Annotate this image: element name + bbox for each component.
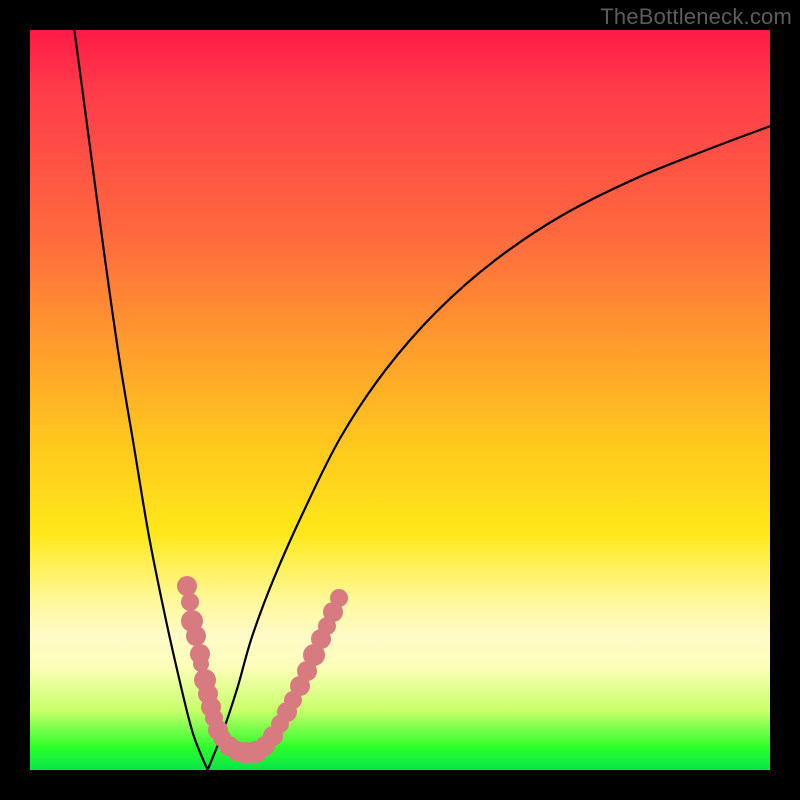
curve-bead (181, 593, 199, 611)
watermark-text: TheBottleneck.com (600, 4, 792, 30)
outer-frame: TheBottleneck.com (0, 0, 800, 800)
curve-bead (186, 626, 206, 646)
curve-bead (330, 589, 348, 607)
curve-layer (30, 30, 770, 770)
curve-right-branch (208, 126, 770, 770)
curve-bead (177, 576, 197, 596)
plot-area (30, 30, 770, 770)
curve-left-branch (74, 30, 207, 770)
